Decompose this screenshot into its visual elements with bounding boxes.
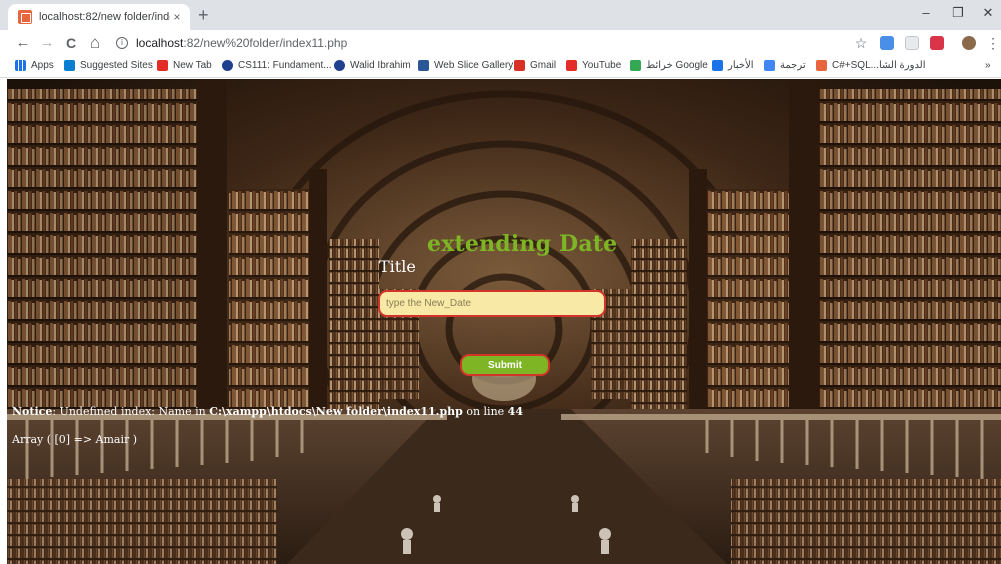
news-icon (712, 60, 723, 71)
notice-file-path: C:\xampp\htdocs\New folder\index11.php (209, 405, 463, 418)
restore-button[interactable]: ❐ (948, 5, 968, 21)
bing-icon (64, 60, 75, 71)
browser-toolbar: ← → C ⌂ i localhost:82/new%20folder/inde… (0, 30, 1001, 56)
tab-close-icon[interactable]: × (170, 10, 184, 24)
bookmark-label: Web Slice Gallery (434, 60, 514, 71)
bookmark-label: خرائط Google (646, 60, 708, 71)
reload-button[interactable]: C (62, 33, 80, 53)
bookmark-gmail[interactable]: Gmail (514, 60, 556, 71)
window-close-button[interactable]: ✕ (978, 5, 998, 21)
course-icon (816, 60, 827, 71)
bookmarks-bar: Apps Suggested Sites New Tab CS111: Fund… (0, 56, 1001, 78)
minimize-button[interactable]: – (916, 5, 936, 20)
bookmark-new-tab[interactable]: New Tab (157, 60, 212, 71)
youtube-icon (157, 60, 168, 71)
page-viewport: extending Date Title Submit Notice: Unde… (7, 79, 1001, 564)
bookmark-google-maps[interactable]: خرائط Google (630, 60, 708, 71)
bookmark-suggested-sites[interactable]: Suggested Sites (64, 60, 153, 71)
web-slice-icon (418, 60, 429, 71)
bookmark-label: CS111: Fundament... (238, 60, 332, 71)
bookmark-label: Walid Ibrahim (350, 60, 411, 71)
extension-shield-icon[interactable] (930, 36, 944, 50)
bookmarks-overflow-button[interactable]: » (985, 60, 991, 71)
bookmark-label: ترجمة (780, 60, 806, 71)
page-heading: extending Date (427, 231, 618, 257)
maps-icon (630, 60, 641, 71)
notice-label: Notice (12, 405, 53, 418)
forward-button[interactable]: → (38, 33, 56, 53)
gmail-icon (514, 60, 525, 71)
php-notice: Notice: Undefined index: Name in C:\xamp… (12, 405, 523, 418)
address-bar[interactable]: i localhost:82/new%20folder/index11.php (110, 32, 880, 54)
bookmark-web-slice-gallery[interactable]: Web Slice Gallery (418, 60, 513, 71)
bookmark-label: C#+SQL...الدورة الشا (832, 60, 926, 71)
array-output: Array ( [0] => Amair ) (12, 433, 138, 446)
new-date-input[interactable] (378, 290, 606, 317)
bookmark-news[interactable]: الأخبار (712, 60, 754, 71)
bookmark-label: New Tab (173, 60, 212, 71)
bookmark-cs111[interactable]: CS111: Fundament... (222, 60, 332, 71)
bookmark-apps[interactable]: Apps (15, 60, 54, 71)
xampp-favicon-icon (18, 10, 32, 24)
browser-tab[interactable]: localhost:82/new folder/index11. × (8, 4, 190, 30)
bookmark-label: YouTube (582, 60, 622, 71)
youtube-icon (566, 60, 577, 71)
bookmark-star-icon[interactable]: ☆ (852, 33, 870, 53)
cd-icon (222, 60, 233, 71)
bookmark-label: الأخبار (728, 60, 754, 71)
bookmark-label: Apps (31, 60, 54, 71)
notice-on-line: on line (462, 405, 508, 418)
tab-title: localhost:82/new folder/index11. (39, 11, 170, 23)
bookmark-youtube[interactable]: YouTube (566, 60, 621, 71)
menu-icon[interactable]: ⋮ (984, 33, 1001, 53)
back-button[interactable]: ← (14, 33, 32, 53)
library-background-image (7, 79, 1001, 564)
bookmark-course[interactable]: C#+SQL...الدورة الشا (816, 60, 926, 71)
bookmark-label: Suggested Sites (80, 60, 153, 71)
translate-icon (764, 60, 775, 71)
title-label: Title (379, 257, 416, 276)
home-button[interactable]: ⌂ (86, 33, 104, 53)
bookmark-walid-ibrahim[interactable]: Walid Ibrahim (334, 60, 411, 71)
url-path: :82/new%20folder/index11.php (183, 36, 348, 50)
extension-translate-icon[interactable] (880, 36, 894, 50)
notice-line-number: 44 (507, 405, 523, 418)
cd-icon (334, 60, 345, 71)
profile-avatar-icon[interactable] (962, 36, 976, 50)
notice-message: : Undefined index: Name in (52, 405, 210, 418)
submit-button[interactable]: Submit (460, 354, 550, 376)
tab-strip: localhost:82/new folder/index11. × + – ❐… (0, 0, 1001, 30)
url-host: localhost (136, 36, 184, 50)
new-tab-button[interactable]: + (198, 5, 209, 25)
site-info-icon[interactable]: i (116, 37, 128, 49)
bookmark-label: Gmail (530, 60, 557, 71)
extension-reader-icon[interactable] (905, 36, 919, 50)
bookmark-translate[interactable]: ترجمة (764, 60, 806, 71)
apps-grid-icon (15, 60, 26, 71)
